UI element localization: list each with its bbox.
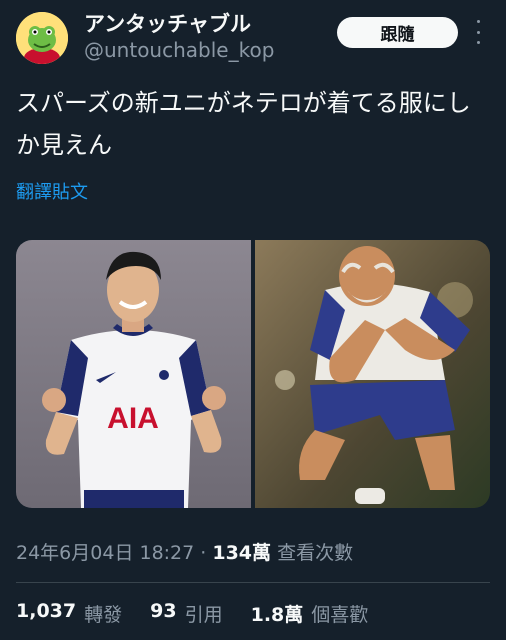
display-name[interactable]: アンタッチャブル	[84, 8, 251, 38]
view-count-label: 查看次數	[271, 542, 354, 564]
follow-button[interactable]: 跟隨	[337, 17, 458, 48]
engagement-stats: 1,037 轉發 93 引用 1.8萬 個喜歡	[16, 600, 368, 627]
avatar[interactable]	[16, 12, 68, 64]
photo-player[interactable]: AIA	[16, 240, 251, 508]
quote-label[interactable]: 引用	[185, 600, 223, 627]
tweet-meta: 24年6月04日 18:27 · 134萬 查看次數	[16, 538, 353, 565]
repost-label[interactable]: 轉發	[84, 600, 122, 627]
media-grid: AIA	[16, 240, 490, 508]
like-count[interactable]: 1.8萬	[251, 600, 304, 627]
figure-photo-illustration	[255, 240, 490, 508]
translate-post-link[interactable]: 翻譯貼文	[16, 178, 88, 204]
more-options-icon[interactable]	[472, 20, 484, 44]
like-label[interactable]: 個喜歡	[311, 600, 368, 627]
user-handle[interactable]: @untouchable_kop	[84, 38, 274, 62]
shirt-sponsor-text: AIA	[107, 402, 159, 435]
tweet-text: スパーズの新ユニがネテロが着てる服にしか見えん	[16, 89, 471, 159]
quote-count[interactable]: 93	[150, 600, 176, 627]
timestamp[interactable]: 24年6月04日 18:27 ·	[16, 542, 212, 564]
repost-count[interactable]: 1,037	[16, 600, 76, 627]
divider	[16, 582, 490, 583]
player-photo-illustration: AIA	[16, 240, 251, 508]
avatar-image	[16, 12, 68, 64]
photo-figure[interactable]	[255, 240, 490, 508]
view-count: 134萬	[212, 542, 272, 564]
